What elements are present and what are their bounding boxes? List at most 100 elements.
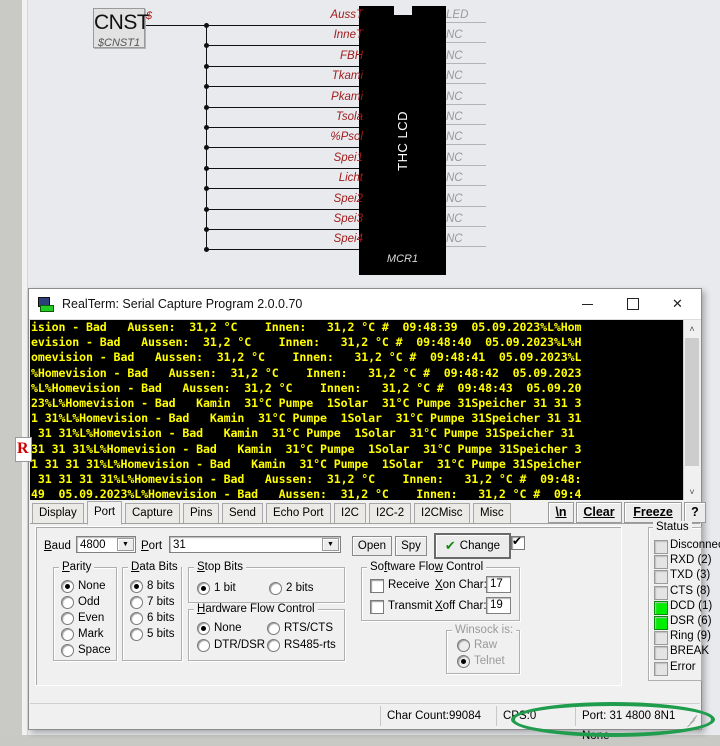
baud-combo[interactable]: 4800 ▼ [76,536,136,553]
parity-radio-2[interactable] [61,612,74,625]
tab-label: I2CMisc [421,507,463,519]
chip-left-pin-2: FBH [340,50,363,62]
tab-i2c-2[interactable]: I2C-2 [369,503,412,523]
xon-char-value: 17 [490,578,503,590]
parity-radio-0[interactable] [61,580,74,593]
winsock-legend: Winsock is: [452,624,517,636]
change-button[interactable]: ✔ Change [434,533,511,559]
scroll-down-icon[interactable]: ˅ [684,483,700,500]
clear-button[interactable]: Clear [576,502,622,523]
right-pin-wire [446,42,486,43]
tab-port[interactable]: Port [87,501,123,525]
winsock-radio-telnet[interactable] [457,655,470,668]
parity-radio-3[interactable] [61,628,74,641]
realterm-window[interactable]: RealTerm: Serial Capture Program 2.0.0.7… [28,288,720,742]
wire-bus-vertical [206,25,207,250]
cps-cell: CPS:0 [496,706,578,726]
data-bits-radio-0[interactable] [130,580,143,593]
status-led-label-6: Ring (9) [670,630,711,643]
status-led-dcd-1- [654,600,668,615]
terminal-scrollbar[interactable]: ˄ ˅ [683,320,700,500]
hw-flow-radio-0[interactable] [197,622,210,635]
data-bits-radio-1[interactable] [130,596,143,609]
cnst-block-title: CNST [94,11,150,34]
chip-left-pin-8: Licht [338,172,363,184]
chevron-down-icon-port[interactable]: ▼ [322,538,339,551]
chip-left-pin-11: Spei4 [333,233,363,245]
freeze-button[interactable]: Freeze [624,502,682,523]
right-pin-wire [446,124,486,125]
minimize-button[interactable] [565,289,610,319]
tab-label: Port [94,506,116,518]
hardware-flow-group: Hardware Flow Control None RTS/CTS DTR/D… [188,603,345,661]
port-combo[interactable]: 31 ▼ [169,536,341,553]
resize-grip[interactable] [684,712,698,728]
stop-bits-radio-0[interactable] [197,582,210,595]
winsock-group: Winsock is: Raw Telnet [446,624,520,674]
parity-legend: Parity [59,561,95,573]
window-title: RealTerm: Serial Capture Program 2.0.0.7… [62,297,303,311]
tab-i2cmisc[interactable]: I2CMisc [414,503,470,523]
tab-send[interactable]: Send [222,503,263,523]
status-led-label-1: RXD (2) [670,554,712,567]
tab-bar[interactable]: Display Port Capture Pins Send Echo Port I2C I2… [30,501,706,525]
window-titlebar[interactable]: RealTerm: Serial Capture Program 2.0.0.7… [29,289,701,320]
terminal-output[interactable]: ision - Bad Aussen: 31,2 °C Innen: 31,2 … [30,320,681,500]
scrollbar-thumb[interactable] [685,338,699,466]
data-bits-radio-2[interactable] [130,612,143,625]
pin-wire [206,25,366,26]
scroll-up-icon[interactable]: ˄ [684,320,700,337]
chevron-down-icon[interactable]: ▼ [117,538,134,551]
data-bits-label-1: 7 bits [147,596,175,608]
winsock-label-telnet: Telnet [474,655,505,667]
hw-flow-radio-2[interactable] [197,639,210,652]
tab-i2c[interactable]: I2C [334,503,366,523]
realterm-app-icon [37,297,54,312]
stop-bits-radio-1[interactable] [269,582,282,595]
tab-misc[interactable]: Misc [473,503,511,523]
help-button[interactable]: ? [684,502,706,523]
chip-right-pin-10: NC [446,213,463,225]
tab-pins[interactable]: Pins [183,503,220,523]
schematic-error-marker[interactable]: R [15,437,32,462]
chip-right-pin-2: NC [446,50,463,62]
xoff-char-input[interactable]: 19 [486,597,511,614]
software-flow-legend: Software Flow Control [367,561,487,573]
sw-transmit-checkbox[interactable] [370,600,384,614]
hw-flow-label-1: RTS/CTS [284,622,333,634]
open-button[interactable]: Open [352,536,392,556]
spy-button-label: Spy [401,540,421,552]
xon-char-input[interactable]: 17 [486,576,511,593]
cnst-constant-block[interactable]: CNST $CNST1 [93,8,150,49]
maximize-button[interactable] [610,289,655,319]
sw-receive-checkbox[interactable] [370,579,384,593]
xoff-char-label: Xoff Char: [435,600,487,612]
hw-flow-radio-3[interactable] [267,639,280,652]
tab-display[interactable]: Display [32,503,84,523]
spy-button[interactable]: Spy [395,536,427,556]
tab-capture[interactable]: Capture [125,503,180,523]
status-bar: Char Count:99084 CPS:0 Port: 31 4800 8N1… [30,703,700,742]
newline-button[interactable]: \n [548,502,574,523]
status-led-ring-9- [654,631,668,646]
status-legend: Status [653,521,692,533]
status-led-label-7: BREAK [670,645,709,658]
parity-radio-1[interactable] [61,596,74,609]
chip-right-pin-9: NC [446,193,463,205]
tab-echo-port[interactable]: Echo Port [266,503,331,523]
hw-flow-radio-1[interactable] [267,622,280,635]
software-flow-group: Software Flow Control Receive Xon Char: … [361,561,520,621]
close-icon[interactable]: ✕ [655,289,700,319]
data-bits-label-2: 6 bits [147,612,175,624]
parity-radio-4[interactable] [61,644,74,657]
baud-value: 4800 [80,539,106,551]
winsock-radio-raw[interactable] [457,639,470,652]
stop-bits-legend: Stop Bits [194,561,247,573]
baud-label: Baud [44,540,71,552]
change-checkbox[interactable] [511,534,525,550]
parity-label-2: Even [78,612,105,624]
status-led-txd-3- [654,570,668,585]
right-pin-wire [446,246,486,247]
wire-junction [204,166,209,171]
data-bits-radio-3[interactable] [130,628,143,641]
